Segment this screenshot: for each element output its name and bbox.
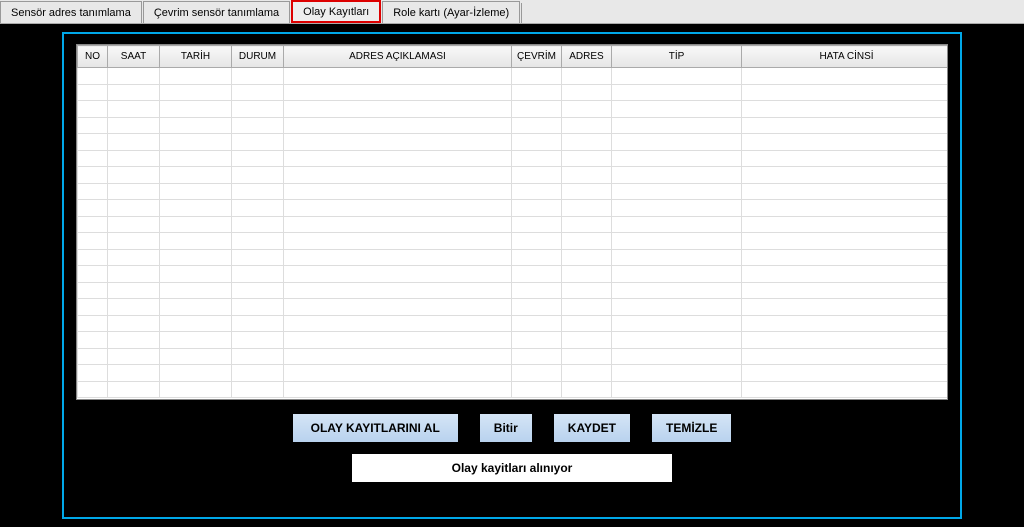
- table-row[interactable]: [78, 299, 949, 316]
- th-durum[interactable]: DURUM: [232, 46, 284, 68]
- tab-separator: [521, 3, 522, 23]
- table-wrap: NO SAAT TARİH DURUM ADRES AÇIKLAMASI ÇEV…: [76, 44, 948, 400]
- content-area: NO SAAT TARİH DURUM ADRES AÇIKLAMASI ÇEV…: [0, 24, 1024, 527]
- tab-role-karti[interactable]: Role kartı (Ayar-İzleme): [382, 1, 520, 23]
- status-row: Olay kayitları alınıyor: [76, 454, 948, 482]
- tab-bar: Sensör adres tanımlama Çevrim sensör tan…: [0, 0, 1024, 24]
- main-window: Sensör adres tanımlama Çevrim sensör tan…: [0, 0, 1024, 527]
- th-cevrim[interactable]: ÇEVRİM: [512, 46, 562, 68]
- table-row[interactable]: [78, 150, 949, 167]
- tab-sensor-address[interactable]: Sensör adres tanımlama: [0, 1, 142, 23]
- finish-button[interactable]: Bitir: [478, 412, 534, 444]
- table-row[interactable]: [78, 365, 949, 382]
- table-row[interactable]: [78, 315, 949, 332]
- th-saat[interactable]: SAAT: [108, 46, 160, 68]
- tab-olay-kayitlari[interactable]: Olay Kayıtları: [291, 0, 381, 23]
- th-tarih[interactable]: TARİH: [160, 46, 232, 68]
- panel: NO SAAT TARİH DURUM ADRES AÇIKLAMASI ÇEV…: [62, 32, 962, 519]
- table-row[interactable]: [78, 117, 949, 134]
- table-body: [78, 68, 949, 398]
- table-row[interactable]: [78, 167, 949, 184]
- table-row[interactable]: [78, 332, 949, 349]
- save-button[interactable]: KAYDET: [552, 412, 632, 444]
- table-row[interactable]: [78, 68, 949, 85]
- table-row[interactable]: [78, 249, 949, 266]
- th-adres-aciklamasi[interactable]: ADRES AÇIKLAMASI: [284, 46, 512, 68]
- table-header-row: NO SAAT TARİH DURUM ADRES AÇIKLAMASI ÇEV…: [78, 46, 949, 68]
- table-row[interactable]: [78, 134, 949, 151]
- table-row[interactable]: [78, 381, 949, 398]
- status-message: Olay kayitları alınıyor: [352, 454, 672, 482]
- table-row[interactable]: [78, 84, 949, 101]
- th-no[interactable]: NO: [78, 46, 108, 68]
- th-adres[interactable]: ADRES: [562, 46, 612, 68]
- table-row[interactable]: [78, 266, 949, 283]
- table-row[interactable]: [78, 200, 949, 217]
- clear-button[interactable]: TEMİZLE: [650, 412, 733, 444]
- table-row[interactable]: [78, 233, 949, 250]
- th-tip[interactable]: TİP: [612, 46, 742, 68]
- get-records-button[interactable]: OLAY KAYITLARINI AL: [291, 412, 460, 444]
- table-row[interactable]: [78, 282, 949, 299]
- table-row[interactable]: [78, 348, 949, 365]
- table-row[interactable]: [78, 216, 949, 233]
- th-hata-cinsi[interactable]: HATA CİNSİ: [742, 46, 949, 68]
- table-row[interactable]: [78, 101, 949, 118]
- table-row[interactable]: [78, 183, 949, 200]
- event-log-table: NO SAAT TARİH DURUM ADRES AÇIKLAMASI ÇEV…: [77, 45, 948, 398]
- button-row: OLAY KAYITLARINI AL Bitir KAYDET TEMİZLE: [76, 412, 948, 444]
- tab-cevrim-sensor[interactable]: Çevrim sensör tanımlama: [143, 1, 290, 23]
